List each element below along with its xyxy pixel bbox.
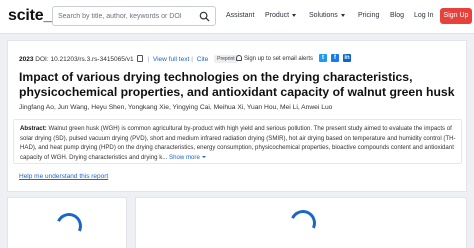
nav-blog[interactable]: Blog — [390, 12, 404, 19]
linkedin-icon[interactable]: in — [343, 54, 351, 62]
signup-button[interactable]: Sign Up — [440, 8, 472, 24]
nav-assistant[interactable]: Assistant — [226, 12, 254, 19]
nav-login[interactable]: Log In — [414, 12, 433, 19]
chevron-down-icon — [292, 13, 297, 17]
loading-spinner — [52, 209, 86, 243]
facebook-icon[interactable]: f — [331, 54, 339, 62]
show-more-button[interactable]: Show more — [169, 154, 206, 161]
show-more-label: Show more — [169, 153, 200, 161]
chevron-down-icon — [201, 156, 206, 159]
email-alert-label: Sign up to set email alerts — [244, 56, 314, 62]
bell-icon — [236, 55, 242, 61]
loading-panel-left — [7, 197, 127, 248]
search-icon[interactable] — [199, 11, 210, 22]
abstract: Abstract: Walnut green husk (WGH) is com… — [20, 124, 456, 162]
nav-solutions-label: Solutions — [309, 12, 338, 19]
article-meta: 2023 DOI: 10.21203/rs.3.rs-3415065/v1 | … — [19, 55, 238, 63]
nav-solutions[interactable]: Solutions — [309, 12, 345, 19]
view-full-text-link[interactable]: View full text — [153, 56, 189, 63]
chevron-down-icon — [340, 13, 345, 17]
divider: | — [147, 56, 150, 63]
article-title: Impact of various drying technologies on… — [19, 70, 455, 99]
nav-pricing[interactable]: Pricing — [358, 12, 379, 19]
email-alert-link[interactable]: Sign up to set email alerts — [236, 55, 313, 62]
help-understand-link[interactable]: Help me understand this report — [19, 173, 108, 180]
nav-product-label: Product — [265, 12, 290, 19]
article-doi: DOI: 10.21203/rs.3.rs-3415065/v1 — [35, 56, 134, 63]
article-card: 2023 DOI: 10.21203/rs.3.rs-3415065/v1 | … — [7, 40, 467, 192]
article-year: 2023 — [19, 56, 34, 63]
cite-link[interactable]: Cite — [197, 56, 209, 63]
top-nav: scite_ Assistant Product Solutions Prici… — [0, 0, 474, 34]
twitter-icon[interactable]: t — [319, 54, 327, 62]
copy-icon[interactable] — [137, 55, 144, 62]
loading-spinner — [286, 206, 320, 240]
loading-panel-right — [135, 197, 467, 248]
abstract-text: Walnut green husk (WGH) is common agricu… — [20, 125, 456, 161]
logo[interactable]: scite_ — [8, 7, 52, 25]
divider: | — [191, 56, 193, 63]
search-input[interactable] — [58, 10, 194, 23]
search-box[interactable] — [52, 6, 216, 26]
abstract-box: Abstract: Walnut green husk (WGH) is com… — [13, 119, 462, 164]
abstract-label: Abstract: — [20, 125, 47, 132]
article-authors: Jingfang Ao, Jun Wang, Heyu Shen, Yongka… — [19, 104, 333, 111]
preprint-badge: Preprint — [214, 55, 238, 63]
nav-product[interactable]: Product — [265, 12, 297, 19]
